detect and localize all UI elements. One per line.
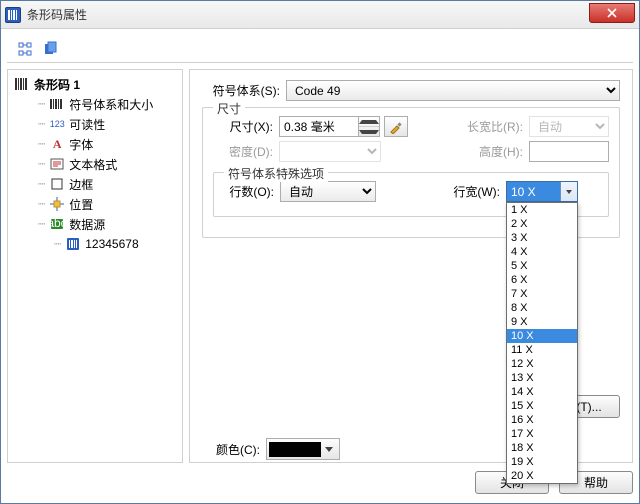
rowwidth-option[interactable]: 18 X: [507, 441, 577, 455]
tree-item-label: 数据源: [69, 216, 105, 233]
content-area: 条形码 1 ┈ 符号体系和大小 ┈ 123 可读性 ┈ A 字体: [1, 29, 639, 503]
rowwidth-option[interactable]: 3 X: [507, 231, 577, 245]
dialog-window: 条形码属性 条形码 1 ┈ 符号: [0, 0, 640, 504]
rowwidth-value: 10 X: [507, 182, 560, 201]
rowwidth-option[interactable]: 7 X: [507, 287, 577, 301]
special-group: 符号体系特殊选项 行数(O): 自动 行宽(W): 10 X: [213, 172, 609, 217]
rowwidth-option[interactable]: 9 X: [507, 315, 577, 329]
rowwidth-option[interactable]: 14 X: [507, 385, 577, 399]
tree-item-symbology[interactable]: ┈ 符号体系和大小: [10, 94, 180, 114]
datasource-icon: abc: [49, 216, 65, 232]
chevron-down-icon: [325, 447, 333, 452]
height-input: [529, 141, 609, 162]
rowwidth-select[interactable]: 10 X: [506, 181, 578, 202]
color-label: 颜色(C):: [202, 441, 266, 458]
symbology-label: 符号体系(S):: [202, 82, 286, 99]
rowwidth-label: 行宽(W):: [442, 183, 506, 200]
rowwidth-option[interactable]: 13 X: [507, 371, 577, 385]
size-label: 尺寸(X):: [213, 118, 279, 135]
position-icon: [49, 196, 65, 212]
tree-item-position[interactable]: ┈ 位置: [10, 194, 180, 214]
tree-item-label: 边框: [69, 176, 93, 193]
rowwidth-option[interactable]: 4 X: [507, 245, 577, 259]
tree-item-textformat[interactable]: ┈ 文本格式: [10, 154, 180, 174]
svg-text:abc: abc: [50, 218, 64, 230]
rowwidth-option[interactable]: 2 X: [507, 217, 577, 231]
size-input[interactable]: [279, 116, 359, 137]
density-select: [279, 141, 381, 162]
barcode-icon: [49, 96, 65, 112]
barcode-icon: [14, 76, 30, 92]
tree-item-datavalue[interactable]: ┈ 12345678: [10, 234, 180, 254]
tree-item-label: 字体: [69, 136, 93, 153]
density-label: 密度(D):: [213, 143, 279, 160]
rowwidth-option[interactable]: 11 X: [507, 343, 577, 357]
tree-item-label: 位置: [69, 196, 93, 213]
toolbar-copy-icon[interactable]: [41, 39, 61, 59]
textformat-icon: [49, 156, 65, 172]
tree-item-font[interactable]: ┈ A 字体: [10, 134, 180, 154]
rowwidth-option[interactable]: 10 X: [507, 329, 577, 343]
symbology-select[interactable]: Code 49: [286, 80, 620, 101]
tree-root-label: 条形码 1: [34, 76, 80, 93]
tree-item-border[interactable]: ┈ 边框: [10, 174, 180, 194]
dialog-body: 条形码 1 ┈ 符号体系和大小 ┈ 123 可读性 ┈ A 字体: [7, 69, 633, 463]
tree-item-label: 符号体系和大小: [69, 96, 153, 113]
tree-item-label: 文本格式: [69, 156, 117, 173]
rowwidth-option[interactable]: 19 X: [507, 455, 577, 469]
rowwidth-option[interactable]: 6 X: [507, 273, 577, 287]
color-swatch: [269, 442, 321, 457]
ratio-label: 长宽比(R):: [459, 118, 529, 135]
ratio-select: 自动: [529, 116, 609, 137]
properties-panel: 符号体系(S): Code 49 尺寸 尺寸(X):: [189, 69, 633, 463]
data-icon: [65, 236, 81, 252]
nav-tree[interactable]: 条形码 1 ┈ 符号体系和大小 ┈ 123 可读性 ┈ A 字体: [7, 69, 183, 463]
rowwidth-option[interactable]: 17 X: [507, 427, 577, 441]
size-group-legend: 尺寸: [213, 100, 245, 117]
rowwidth-option[interactable]: 16 X: [507, 413, 577, 427]
tree-item-readability[interactable]: ┈ 123 可读性: [10, 114, 180, 134]
window-title: 条形码属性: [27, 6, 87, 23]
app-icon: [5, 7, 21, 23]
size-spinner[interactable]: [358, 116, 380, 137]
special-group-legend: 符号体系特殊选项: [224, 165, 328, 182]
tree-root[interactable]: 条形码 1: [10, 74, 180, 94]
rowwidth-option[interactable]: 20 X: [507, 469, 577, 483]
titlebar: 条形码属性: [1, 1, 639, 29]
tree-data-value: 12345678: [85, 237, 138, 251]
size-tool-icon[interactable]: [384, 116, 408, 137]
number-icon: 123: [49, 116, 65, 132]
rowwidth-option[interactable]: 1 X: [507, 203, 577, 217]
size-group: 尺寸 尺寸(X): 长宽比(R): 自动: [202, 107, 620, 238]
rows-label: 行数(O):: [224, 183, 280, 200]
rowwidth-dropdown[interactable]: 1 X2 X3 X4 X5 X6 X7 X8 X9 X10 X11 X12 X1…: [506, 202, 578, 484]
border-icon: [49, 176, 65, 192]
toolbar: [7, 35, 633, 63]
tree-item-datasource[interactable]: ┈ abc 数据源: [10, 214, 180, 234]
rowwidth-option[interactable]: 8 X: [507, 301, 577, 315]
rows-select[interactable]: 自动: [280, 181, 376, 202]
chevron-down-icon[interactable]: [560, 182, 577, 201]
rowwidth-option[interactable]: 12 X: [507, 357, 577, 371]
rowwidth-option[interactable]: 15 X: [507, 399, 577, 413]
tree-item-label: 可读性: [69, 116, 105, 133]
color-picker-button[interactable]: [266, 438, 340, 460]
height-label: 高度(H):: [459, 143, 529, 160]
rowwidth-option[interactable]: 5 X: [507, 259, 577, 273]
close-window-button[interactable]: [589, 3, 635, 23]
font-icon: A: [49, 136, 65, 152]
toolbar-expand-icon[interactable]: [15, 39, 35, 59]
